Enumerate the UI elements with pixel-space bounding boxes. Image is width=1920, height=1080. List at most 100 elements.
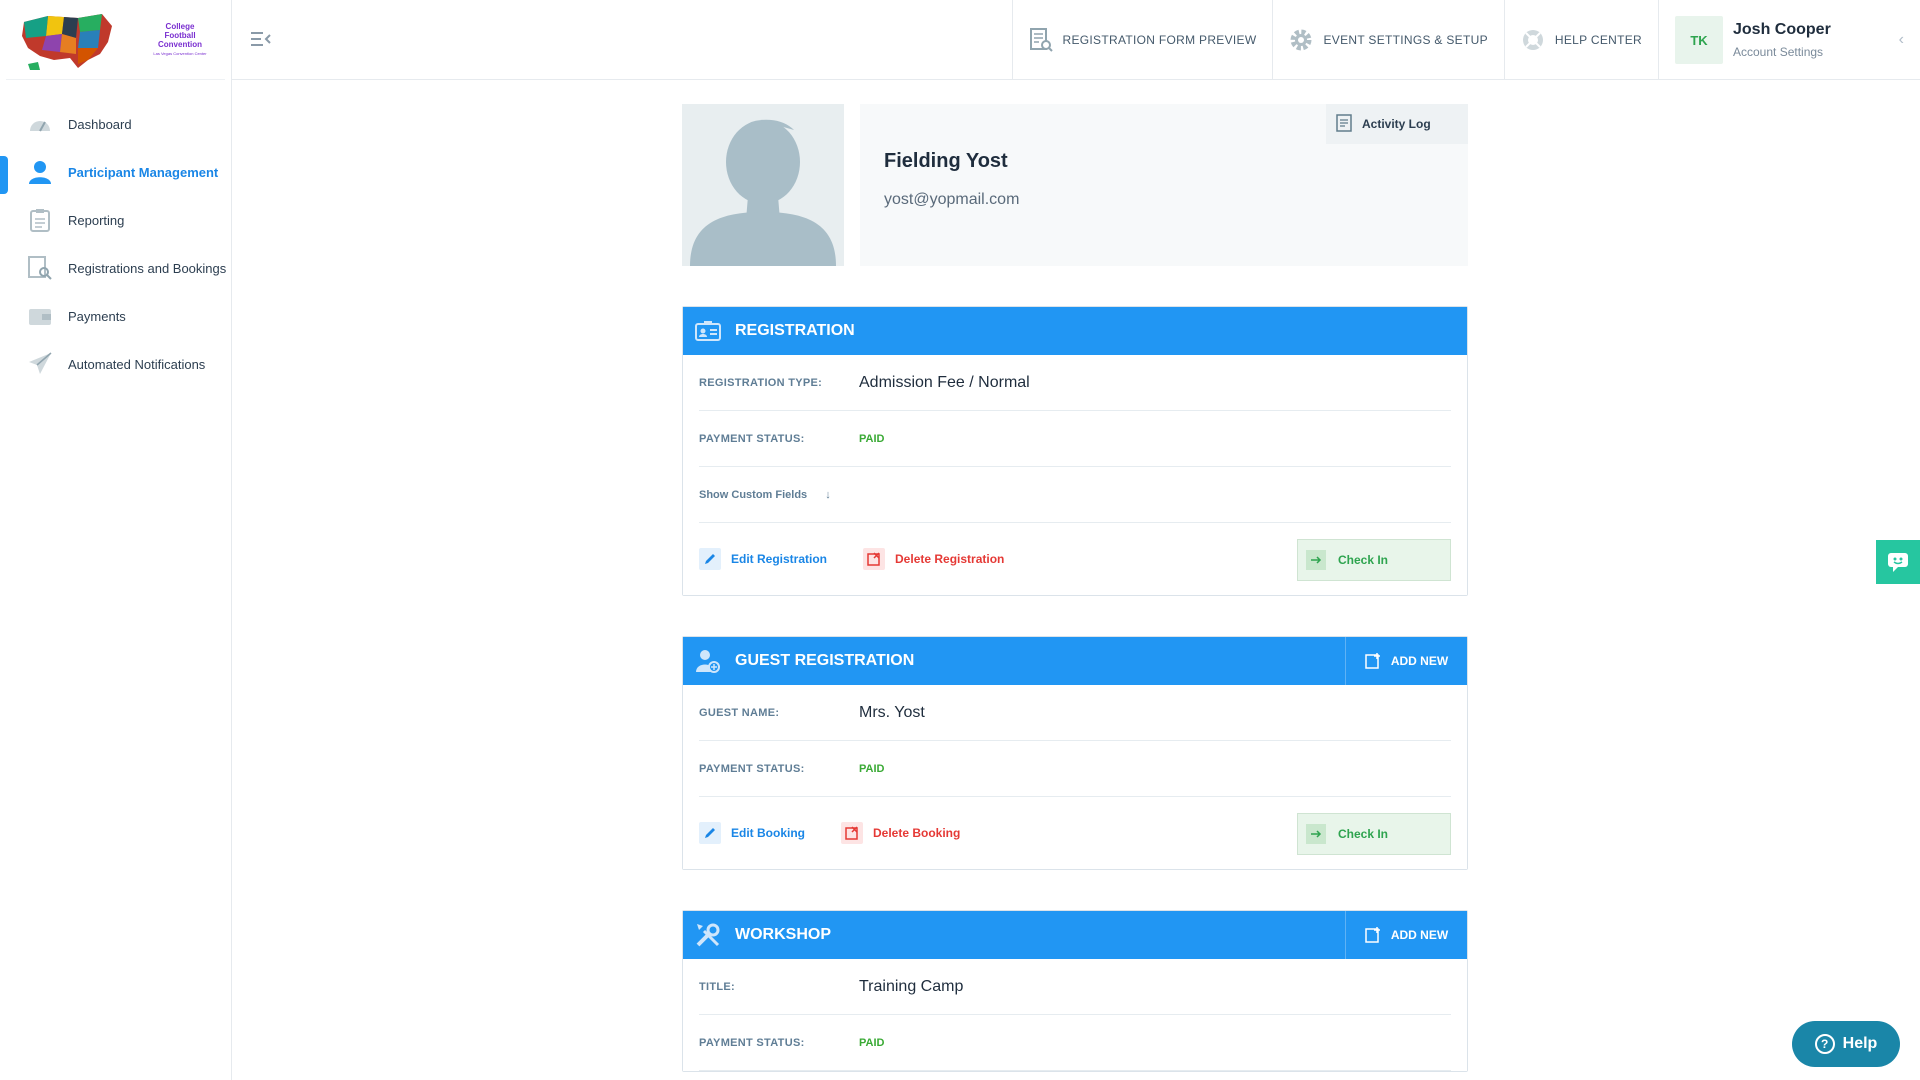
top-nav: REGISTRATION FORM PREVIEW EVENT SETTINGS…	[1011, 0, 1920, 80]
sidebar-item-label: Automated Notifications	[68, 356, 206, 372]
field-label: TITLE:	[699, 980, 736, 993]
registration-form-preview-link[interactable]: REGISTRATION FORM PREVIEW	[1011, 0, 1273, 80]
sidebar-nav: Dashboard Participant Management Reporti…	[0, 100, 231, 388]
dashboard-gauge-icon	[28, 112, 52, 136]
sidebar-item-registrations-and-bookings[interactable]: Registrations and Bookings	[0, 244, 231, 292]
edit-icon	[699, 548, 721, 570]
event-settings-label: EVENT SETTINGS & SETUP	[1323, 33, 1488, 47]
wallet-icon	[28, 304, 52, 328]
delete-icon	[863, 548, 886, 570]
check-in-button[interactable]: Check In	[1297, 539, 1451, 581]
sidebar-item-label: Participant Management	[68, 164, 219, 180]
check-in-label: Check In	[1338, 827, 1389, 841]
field-label: PAYMENT STATUS:	[699, 1036, 805, 1049]
add-document-icon	[1365, 652, 1383, 670]
delete-booking-label: Delete Booking	[873, 826, 961, 840]
add-user-icon	[695, 647, 723, 675]
sidebar-item-reporting[interactable]: Reporting	[0, 196, 231, 244]
help-button[interactable]: ? Help	[1792, 1021, 1900, 1067]
user-menu[interactable]: TK Josh Cooper Account Settings ‹	[1658, 0, 1920, 80]
guest-actions: Edit Booking Delete Booking Check In	[699, 797, 1451, 869]
sidebar-item-label: Registrations and Bookings	[68, 260, 227, 276]
check-in-arrow-icon	[1306, 550, 1326, 570]
field-label: PAYMENT STATUS:	[699, 432, 805, 445]
sidebar: College Football Convention Las Vegas Co…	[0, 0, 232, 1080]
registration-actions: Edit Registration Delete Registration Ch…	[699, 523, 1451, 595]
collapse-sidebar-icon[interactable]	[250, 30, 272, 48]
show-custom-fields-toggle[interactable]: Show Custom Fields ↓	[699, 489, 831, 501]
activity-log-label: Activity Log	[1362, 117, 1431, 131]
question-icon: ?	[1814, 1034, 1835, 1054]
payment-status-row: PAYMENT STATUS: PAID	[699, 1015, 1451, 1071]
event-settings-link[interactable]: EVENT SETTINGS & SETUP	[1272, 0, 1503, 80]
custom-fields-row: Show Custom Fields ↓	[699, 467, 1451, 523]
edit-booking-label: Edit Booking	[731, 826, 805, 840]
field-label: GUEST NAME:	[699, 706, 780, 719]
gear-icon	[1289, 28, 1313, 52]
field-label: PAYMENT STATUS:	[699, 762, 805, 775]
tools-icon	[695, 921, 723, 949]
section-title: GUEST REGISTRATION	[735, 652, 915, 669]
add-workshop-button[interactable]: ADD NEW	[1345, 911, 1467, 959]
check-in-arrow-icon	[1306, 824, 1326, 844]
sidebar-item-participant-management[interactable]: Participant Management	[0, 148, 231, 196]
edit-icon	[699, 822, 721, 844]
edit-booking-button[interactable]: Edit Booking	[699, 822, 805, 844]
registration-section: REGISTRATION REGISTRATION TYPE: Admissio…	[682, 306, 1468, 596]
logo-subtitle: Las Vegas Convention Center	[153, 50, 207, 56]
profile-header: Fielding Yost yost@yopmail.com Activity …	[682, 104, 1468, 266]
sidebar-item-automated-notifications[interactable]: Automated Notifications	[0, 340, 231, 388]
status-badge: PAID	[859, 762, 885, 775]
registration-type-value: Admission Fee / Normal	[859, 373, 1030, 391]
workshop-title-value: Training Camp	[859, 977, 964, 995]
help-center-label: HELP CENTER	[1554, 33, 1642, 47]
add-new-label: ADD NEW	[1390, 928, 1449, 942]
delete-registration-label: Delete Registration	[895, 552, 1005, 566]
registration-form-preview-label: REGISTRATION FORM PREVIEW	[1062, 33, 1257, 47]
participant-detail: Fielding Yost yost@yopmail.com Activity …	[682, 104, 1468, 1072]
sidebar-item-label: Dashboard	[68, 116, 132, 132]
payment-status-row: PAYMENT STATUS: PAID	[699, 411, 1451, 467]
usa-map-logo-icon	[18, 8, 118, 72]
check-in-button[interactable]: Check In	[1297, 813, 1451, 855]
sidebar-item-dashboard[interactable]: Dashboard	[0, 100, 231, 148]
app-logo[interactable]: College Football Convention Las Vegas Co…	[6, 0, 225, 80]
document-icon	[1336, 113, 1352, 135]
workshop-section: WORKSHOP ADD NEW TITLE: Training Camp PA…	[682, 910, 1468, 1072]
participant-name: Fielding Yost	[884, 150, 1008, 172]
guest-registration-section: GUEST REGISTRATION ADD NEW GUEST NAME: M…	[682, 636, 1468, 870]
sidebar-item-label: Reporting	[68, 212, 125, 228]
sidebar-item-label: Payments	[68, 308, 126, 324]
edit-registration-label: Edit Registration	[731, 552, 828, 566]
arrow-down-icon: ↓	[825, 488, 831, 501]
status-badge: PAID	[859, 1036, 885, 1049]
guest-name-row: GUEST NAME: Mrs. Yost	[699, 685, 1451, 741]
user-icon	[28, 160, 52, 184]
top-bar: REGISTRATION FORM PREVIEW EVENT SETTINGS…	[232, 0, 1920, 80]
edit-registration-button[interactable]: Edit Registration	[699, 548, 827, 570]
chevron-left-icon[interactable]: ‹	[1899, 31, 1904, 49]
lifebuoy-icon	[1521, 28, 1545, 52]
activity-log-button[interactable]: Activity Log	[1326, 104, 1468, 144]
guest-registration-header: GUEST REGISTRATION ADD NEW	[683, 637, 1467, 685]
check-in-label: Check In	[1338, 553, 1389, 567]
user-name: Josh Cooper	[1733, 21, 1831, 38]
delete-registration-button[interactable]: Delete Registration	[863, 548, 1004, 570]
section-title: WORKSHOP	[735, 926, 831, 943]
delete-booking-button[interactable]: Delete Booking	[841, 822, 960, 844]
status-badge: PAID	[859, 432, 885, 445]
add-document-icon	[1365, 926, 1383, 944]
sidebar-item-payments[interactable]: Payments	[0, 292, 231, 340]
add-guest-button[interactable]: ADD NEW	[1345, 637, 1467, 685]
help-center-link[interactable]: HELP CENTER	[1503, 0, 1658, 80]
chat-widget-icon[interactable]	[1876, 540, 1920, 584]
paper-plane-icon	[28, 352, 52, 376]
registration-type-row: REGISTRATION TYPE: Admission Fee / Norma…	[699, 355, 1451, 411]
profile-avatar-placeholder-icon	[682, 104, 844, 266]
registration-search-icon	[28, 256, 52, 280]
account-settings-link[interactable]: Account Settings	[1733, 45, 1831, 59]
logo-title: College Football Convention	[158, 22, 202, 49]
section-title: REGISTRATION	[735, 322, 855, 339]
payment-status-row: PAYMENT STATUS: PAID	[699, 741, 1451, 797]
workshop-header: WORKSHOP ADD NEW	[683, 911, 1467, 959]
